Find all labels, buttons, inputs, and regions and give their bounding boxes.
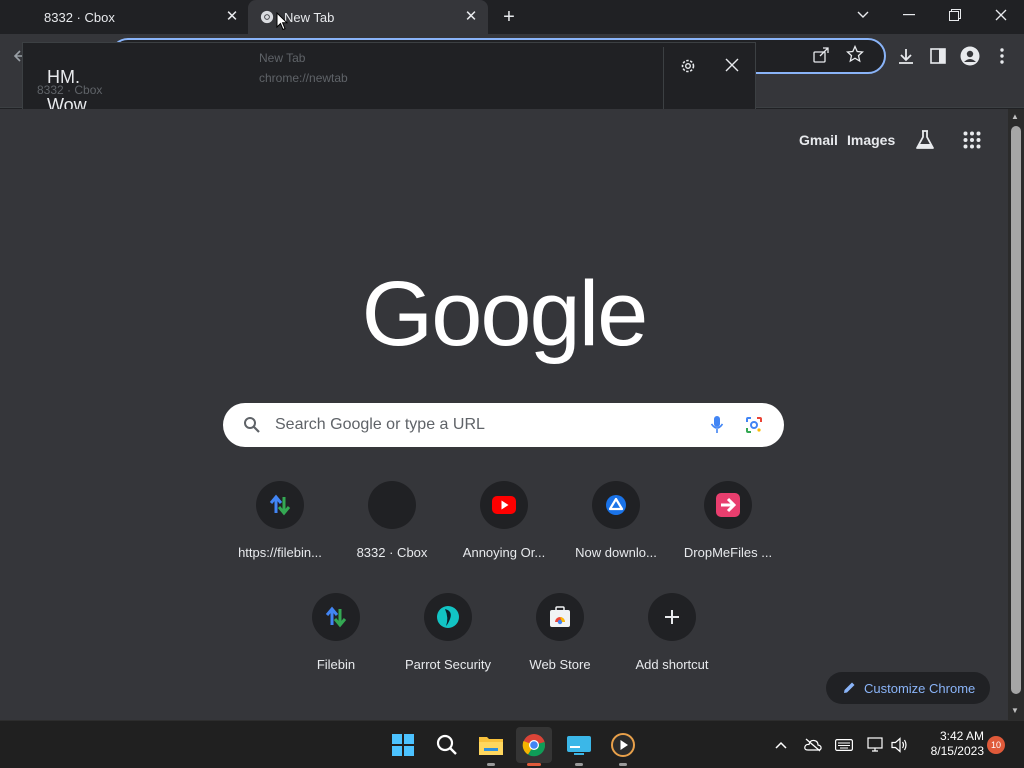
shortcut-label: Web Store: [529, 657, 591, 672]
app-running-indicator: [575, 763, 583, 766]
shortcut-label: Now downlo...: [575, 545, 657, 560]
minimize-button[interactable]: [886, 0, 932, 30]
gmail-link[interactable]: Gmail: [799, 132, 838, 148]
voice-search-mic-icon[interactable]: [710, 415, 724, 440]
tab-label: New Tab: [284, 9, 335, 25]
profile-icon[interactable]: [958, 44, 982, 68]
scroll-down-arrow-icon[interactable]: ▼: [1011, 706, 1019, 715]
lens-camera-icon[interactable]: [745, 416, 763, 439]
apps-grid-icon[interactable]: [963, 131, 981, 154]
drive-icon: [592, 481, 640, 529]
keyboard-icon[interactable]: [834, 735, 854, 755]
network-icon[interactable]: [866, 735, 886, 755]
ghost-title: New Tab: [259, 51, 306, 65]
close-window-button[interactable]: [978, 0, 1024, 30]
media-player-icon[interactable]: [605, 727, 641, 763]
download-icon[interactable]: [894, 44, 918, 68]
restore-button[interactable]: [932, 0, 978, 30]
plus-icon: [648, 593, 696, 641]
share-icon[interactable]: [812, 46, 830, 69]
shortcut-label: Filebin: [316, 657, 356, 672]
images-link[interactable]: Images: [847, 132, 895, 148]
app-running-indicator: [619, 763, 627, 766]
mouse-cursor-icon: [276, 11, 289, 36]
side-panel-icon[interactable]: [926, 44, 950, 68]
clock-time: 3:42 AM: [939, 729, 984, 743]
add-shortcut-tile[interactable]: Add shortcut: [616, 593, 728, 689]
customize-label: Customize Chrome: [864, 680, 976, 696]
search-icon[interactable]: [429, 727, 465, 763]
pencil-icon: [844, 682, 855, 693]
search-input[interactable]: [275, 403, 695, 447]
chrome-taskbar-icon[interactable]: [516, 727, 552, 763]
shortcut-tile[interactable]: 8332 · Cbox: [336, 481, 448, 577]
onedrive-offline-icon[interactable]: [803, 735, 823, 755]
filebin-arrows-icon: [256, 481, 304, 529]
bookmark-star-icon[interactable]: [845, 44, 865, 68]
tab-close-icon[interactable]: ✕: [223, 8, 241, 26]
scrollbar-thumb[interactable]: [1011, 126, 1021, 694]
shortcut-label: Add shortcut: [635, 657, 709, 672]
shortcut-tile[interactable]: Parrot Security: [392, 593, 504, 689]
customize-chrome-button[interactable]: Customize Chrome: [826, 672, 990, 704]
chrome-icon: [260, 10, 274, 24]
google-logo: Google: [361, 263, 649, 365]
tab-close-icon[interactable]: ✕: [462, 8, 480, 26]
tab-hover-card-ghost: New Tab chrome://newtab: [259, 47, 509, 95]
gear-icon[interactable]: [679, 57, 697, 80]
filebin-arrows-icon: [312, 593, 360, 641]
windows-start-icon[interactable]: [385, 727, 421, 763]
dropmefiles-icon: [704, 481, 752, 529]
scroll-up-arrow-icon[interactable]: ▲: [1011, 112, 1019, 121]
shortcut-tile[interactable]: Now downlo...: [560, 481, 672, 577]
system-clock[interactable]: 3:42 AM 8/15/2023: [920, 729, 984, 759]
tab-search-chevron-icon[interactable]: [840, 0, 886, 30]
close-icon[interactable]: [725, 58, 739, 77]
shortcut-tile[interactable]: Filebin: [280, 593, 392, 689]
shortcut-tile[interactable]: Web Store: [504, 593, 616, 689]
search-box[interactable]: [223, 403, 784, 447]
shortcut-label: https://filebin...: [238, 545, 322, 560]
shortcut-label: Annoying Or...: [462, 545, 546, 560]
chevron-up-icon[interactable]: [771, 735, 791, 755]
ghost-url: chrome://newtab: [259, 71, 348, 85]
new-tab-button[interactable]: +: [498, 6, 520, 28]
shortcut-tile[interactable]: DropMeFiles ...: [672, 481, 784, 577]
tab-cbox[interactable]: 8332 · Cbox ✕: [0, 0, 248, 34]
webstore-icon: [536, 593, 584, 641]
shortcut-label: Parrot Security: [405, 657, 491, 672]
taskbar: 3:42 AM 8/15/2023 10: [0, 720, 1024, 768]
youtube-icon: [480, 481, 528, 529]
search-icon: [243, 416, 261, 439]
app-active-indicator: [527, 763, 541, 766]
app-running-indicator: [487, 763, 495, 766]
notification-line-1: HM.: [47, 67, 80, 87]
file-explorer-icon[interactable]: [473, 727, 509, 763]
parrot-icon: [424, 593, 472, 641]
tab-label: 8332 · Cbox: [44, 9, 115, 25]
tab-strip: 8332 · Cbox ✕ New Tab ✕ +: [0, 0, 1024, 34]
notification-count-badge[interactable]: 10: [987, 736, 1005, 754]
shortcut-tile[interactable]: Annoying Or...: [448, 481, 560, 577]
menu-kebab-icon[interactable]: [990, 44, 1014, 68]
clock-date: 8/15/2023: [930, 744, 984, 758]
shortcut-label: 8332 · Cbox: [356, 545, 428, 560]
shortcut-label: DropMeFiles ...: [683, 545, 773, 560]
volume-icon[interactable]: [890, 735, 910, 755]
cbox-icon: [368, 481, 416, 529]
screen-app-icon[interactable]: [561, 727, 597, 763]
shortcut-tile[interactable]: https://filebin...: [224, 481, 336, 577]
labs-flask-icon[interactable]: [914, 129, 936, 156]
